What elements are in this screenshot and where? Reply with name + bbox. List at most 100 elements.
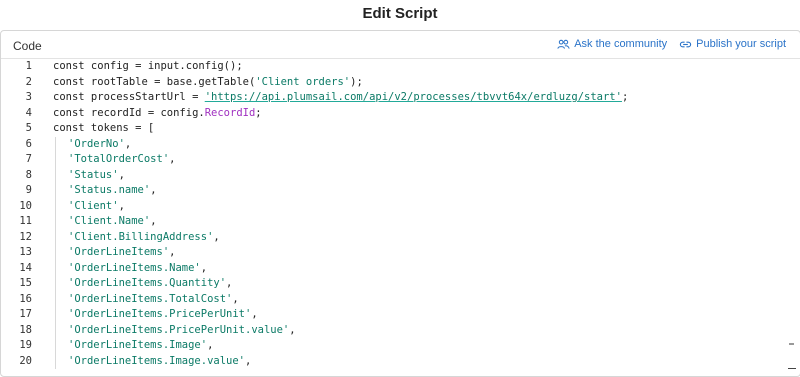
indent-guide bbox=[55, 214, 68, 230]
line-number: 1 bbox=[25, 60, 32, 72]
indent-guide bbox=[55, 229, 68, 245]
code-token: , bbox=[169, 153, 176, 165]
code-token: , bbox=[150, 215, 157, 227]
code-label: Code bbox=[13, 39, 42, 53]
line-number: 12 bbox=[19, 230, 32, 243]
code-panel: Code Ask the community Publish your scri… bbox=[0, 30, 800, 377]
code-token: ; bbox=[621, 91, 629, 103]
line-number: 15 bbox=[19, 277, 32, 289]
code-token: , bbox=[118, 199, 125, 212]
code-line[interactable]: 'OrderLineItems.PricePerUnit', bbox=[53, 307, 628, 323]
line-number: 8 bbox=[25, 168, 32, 181]
code-token: , bbox=[150, 184, 157, 196]
line-number: 19 bbox=[19, 339, 32, 351]
indent-guide bbox=[55, 307, 68, 323]
scroll-position-indicator[interactable] bbox=[788, 368, 796, 369]
line-number: 7 bbox=[25, 153, 32, 165]
code-line[interactable]: 'OrderLineItems', bbox=[53, 245, 628, 261]
indent-guide bbox=[55, 198, 68, 214]
line-number: 4 bbox=[25, 106, 32, 119]
code-line[interactable]: 'TotalOrderCost', bbox=[53, 152, 628, 168]
line-number: 2 bbox=[25, 75, 32, 88]
code-token: , bbox=[226, 277, 233, 289]
scroll-marker bbox=[789, 343, 794, 345]
indent-guide bbox=[55, 322, 68, 338]
indent-guide bbox=[55, 183, 68, 199]
code-line[interactable]: 'OrderLineItems.Quantity', bbox=[53, 276, 628, 292]
code-line[interactable]: const rootTable = base.getTable('Client … bbox=[53, 75, 628, 91]
code-token: , bbox=[169, 246, 176, 258]
code-line[interactable]: 'OrderLineItems.TotalCost', bbox=[53, 291, 628, 307]
code-line[interactable]: 'OrderLineItems.Name', bbox=[53, 260, 628, 276]
code-token: , bbox=[245, 354, 252, 367]
code-token: const recordId = config. bbox=[53, 106, 205, 119]
line-number: 18 bbox=[19, 323, 32, 336]
code-line[interactable]: 'Client.Name', bbox=[53, 214, 628, 230]
code-token: 'https://api.plumsail.com/api/v2/process… bbox=[204, 91, 622, 103]
code-token: 'OrderLineItems.Name' bbox=[68, 261, 201, 274]
line-number: 20 bbox=[19, 354, 32, 367]
code-panel-header: Code Ask the community Publish your scri… bbox=[1, 31, 800, 59]
line-number: 10 bbox=[19, 199, 32, 212]
code-token: 'Status' bbox=[68, 168, 119, 181]
line-number: 17 bbox=[19, 308, 32, 320]
code-token: ; bbox=[255, 106, 262, 119]
code-token: const config = input.config(); bbox=[53, 60, 243, 72]
code-token: , bbox=[232, 292, 239, 305]
indent-guide bbox=[55, 291, 68, 307]
code-token: , bbox=[200, 261, 208, 274]
code-token: 'Client' bbox=[68, 199, 119, 212]
code-token: , bbox=[207, 339, 214, 351]
code-line[interactable]: 'Client.BillingAddress', bbox=[53, 229, 628, 245]
code-token: 'OrderLineItems.Image.value' bbox=[68, 354, 246, 367]
ask-community-link[interactable]: Ask the community bbox=[557, 38, 667, 50]
line-number-gutter: 1 2 3 4 5 6 7 8 9 10 11 12 13 14 15 16 17 18 19 20 bbox=[1, 59, 41, 369]
code-token: 'Status.name' bbox=[68, 184, 151, 196]
code-line[interactable]: const config = input.config(); bbox=[53, 59, 628, 75]
line-number: 9 bbox=[25, 184, 32, 196]
code-content[interactable]: const config = input.config(); const root… bbox=[53, 59, 628, 369]
code-token: 'OrderLineItems.Image' bbox=[68, 339, 208, 351]
ask-community-label: Ask the community bbox=[574, 38, 668, 50]
code-editor[interactable]: 1 2 3 4 5 6 7 8 9 10 11 12 13 14 15 16 17 18 19 20 const co… bbox=[1, 59, 798, 376]
indent-guide bbox=[55, 338, 68, 354]
code-line[interactable]: 'Status', bbox=[53, 167, 628, 183]
link-icon bbox=[679, 41, 692, 47]
code-token: const processStartUrl = bbox=[53, 91, 205, 103]
indent-guide bbox=[55, 260, 68, 276]
indent-guide bbox=[55, 245, 68, 261]
code-line[interactable]: 'OrderLineItems.PricePerUnit.value', bbox=[53, 322, 628, 338]
code-token: 'OrderLineItems.PricePerUnit.value' bbox=[68, 323, 290, 336]
code-token: 'OrderNo' bbox=[68, 137, 125, 150]
publish-script-label: Publish your script bbox=[696, 38, 786, 50]
code-token: 'Client.BillingAddress' bbox=[68, 230, 214, 243]
dialog-title: Edit Script bbox=[362, 5, 438, 22]
code-token: , bbox=[251, 308, 258, 320]
code-token: , bbox=[213, 230, 220, 243]
code-token: 'OrderLineItems' bbox=[68, 246, 170, 258]
code-line[interactable]: 'Status.name', bbox=[53, 183, 628, 199]
code-token: , bbox=[118, 168, 125, 181]
line-number: 6 bbox=[25, 137, 32, 150]
code-line[interactable]: const processStartUrl = 'https://api.plu… bbox=[53, 90, 628, 106]
code-line[interactable]: const recordId = config.RecordId; bbox=[53, 106, 628, 122]
line-number: 13 bbox=[19, 246, 32, 258]
code-line[interactable]: 'OrderNo', bbox=[53, 136, 628, 152]
header-actions: Ask the community Publish your script bbox=[557, 38, 786, 50]
code-token: , bbox=[124, 137, 132, 150]
line-number: 3 bbox=[25, 91, 32, 103]
code-line[interactable]: 'OrderLineItems.Image', bbox=[53, 338, 628, 354]
code-token: , bbox=[289, 323, 296, 336]
code-line[interactable]: 'Client', bbox=[53, 198, 628, 214]
indent-guide bbox=[55, 152, 68, 168]
code-token: 'Client.Name' bbox=[68, 215, 151, 227]
dialog-title-bar: Edit Script bbox=[0, 0, 800, 27]
publish-script-link[interactable]: Publish your script bbox=[679, 38, 786, 50]
line-number: 5 bbox=[25, 122, 32, 134]
line-number: 16 bbox=[19, 292, 32, 305]
code-line[interactable]: const tokens = [ bbox=[53, 121, 628, 137]
code-line[interactable]: 'OrderLineItems.Image.value', bbox=[53, 353, 628, 369]
indent-guide bbox=[55, 276, 68, 292]
indent-guide bbox=[55, 353, 68, 369]
code-token: const tokens = [ bbox=[53, 122, 155, 134]
